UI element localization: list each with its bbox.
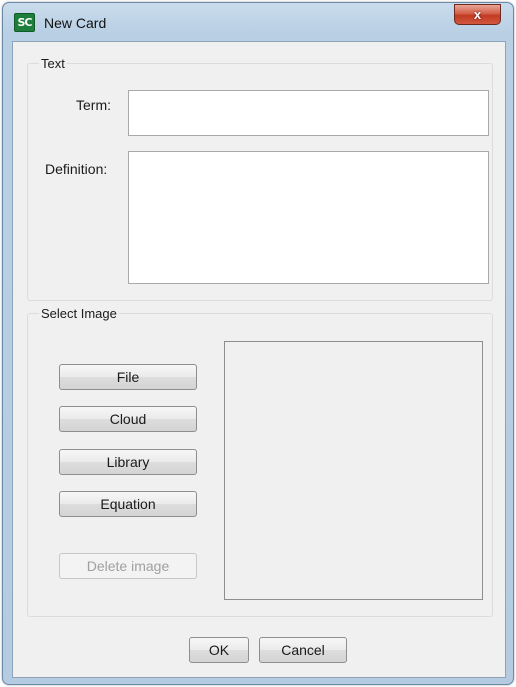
file-button[interactable]: File xyxy=(59,364,197,390)
definition-textarea[interactable] xyxy=(128,151,489,284)
window-title: New Card xyxy=(44,15,107,31)
library-button[interactable]: Library xyxy=(59,449,197,475)
definition-label: Definition: xyxy=(45,161,108,177)
title-bar[interactable]: SC New Card x xyxy=(3,3,513,41)
equation-button[interactable]: Equation xyxy=(59,491,197,517)
image-preview-area xyxy=(224,341,483,600)
term-input[interactable] xyxy=(128,90,489,136)
app-icon: SC xyxy=(14,13,35,32)
ok-button[interactable]: OK xyxy=(189,637,249,663)
term-label: Term: xyxy=(76,97,111,113)
dialog-client-area: Text Term: Definition: Select Image File… xyxy=(12,41,506,678)
select-image-group-title: Select Image xyxy=(39,306,119,321)
delete-image-button: Delete image xyxy=(59,553,197,579)
text-group-title: Text xyxy=(39,56,67,71)
dialog-window: SC New Card x Text Term: Definition: Sel… xyxy=(2,2,514,685)
close-button[interactable]: x xyxy=(454,4,501,25)
close-icon: x xyxy=(473,7,482,22)
cloud-button[interactable]: Cloud xyxy=(59,406,197,432)
cancel-button[interactable]: Cancel xyxy=(259,637,347,663)
